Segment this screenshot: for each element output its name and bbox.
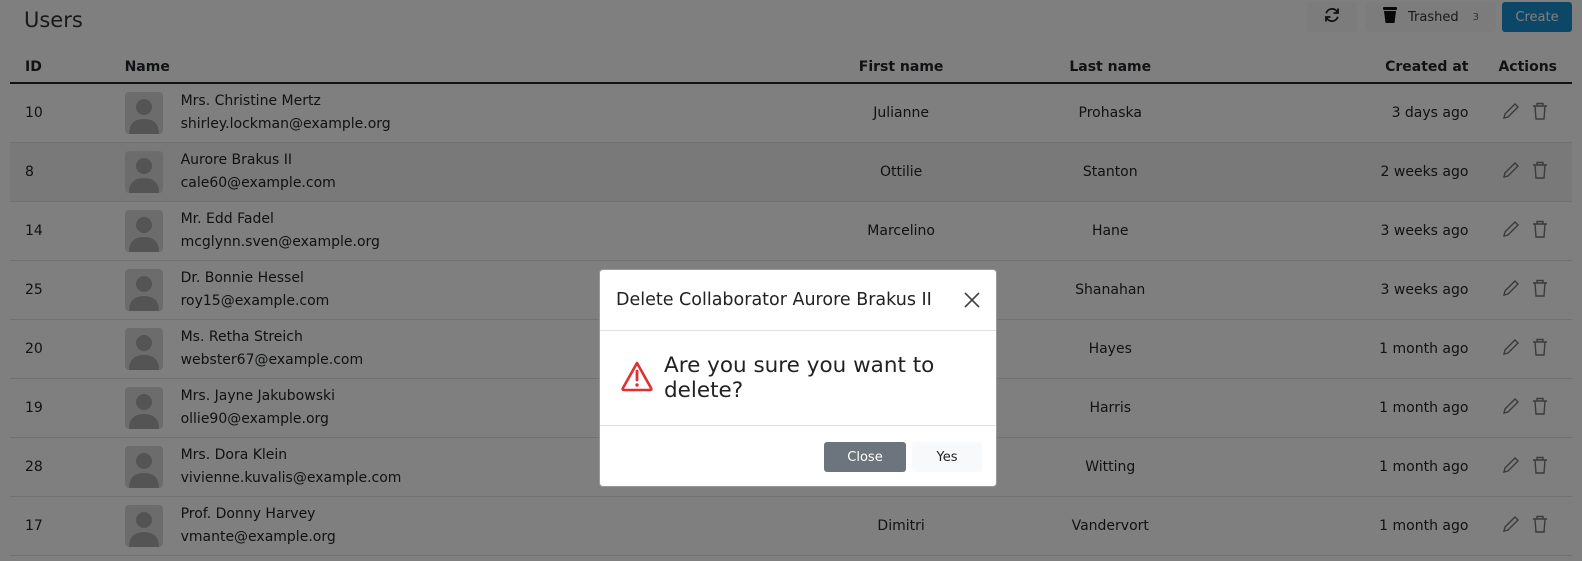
- modal-message: Are you sure you want to delete?: [664, 353, 935, 403]
- modal-title: Delete Collaborator Aurore Brakus II: [616, 290, 932, 310]
- modal-footer: Close Yes: [600, 426, 996, 488]
- yes-button[interactable]: Yes: [912, 442, 982, 472]
- delete-confirmation-modal: Delete Collaborator Aurore Brakus II Are…: [599, 269, 997, 487]
- modal-header: Delete Collaborator Aurore Brakus II: [600, 270, 996, 331]
- close-button[interactable]: Close: [824, 442, 906, 472]
- close-icon[interactable]: [962, 290, 982, 310]
- modal-body: Are you sure you want to delete?: [600, 331, 996, 426]
- warning-triangle-icon: [620, 360, 654, 396]
